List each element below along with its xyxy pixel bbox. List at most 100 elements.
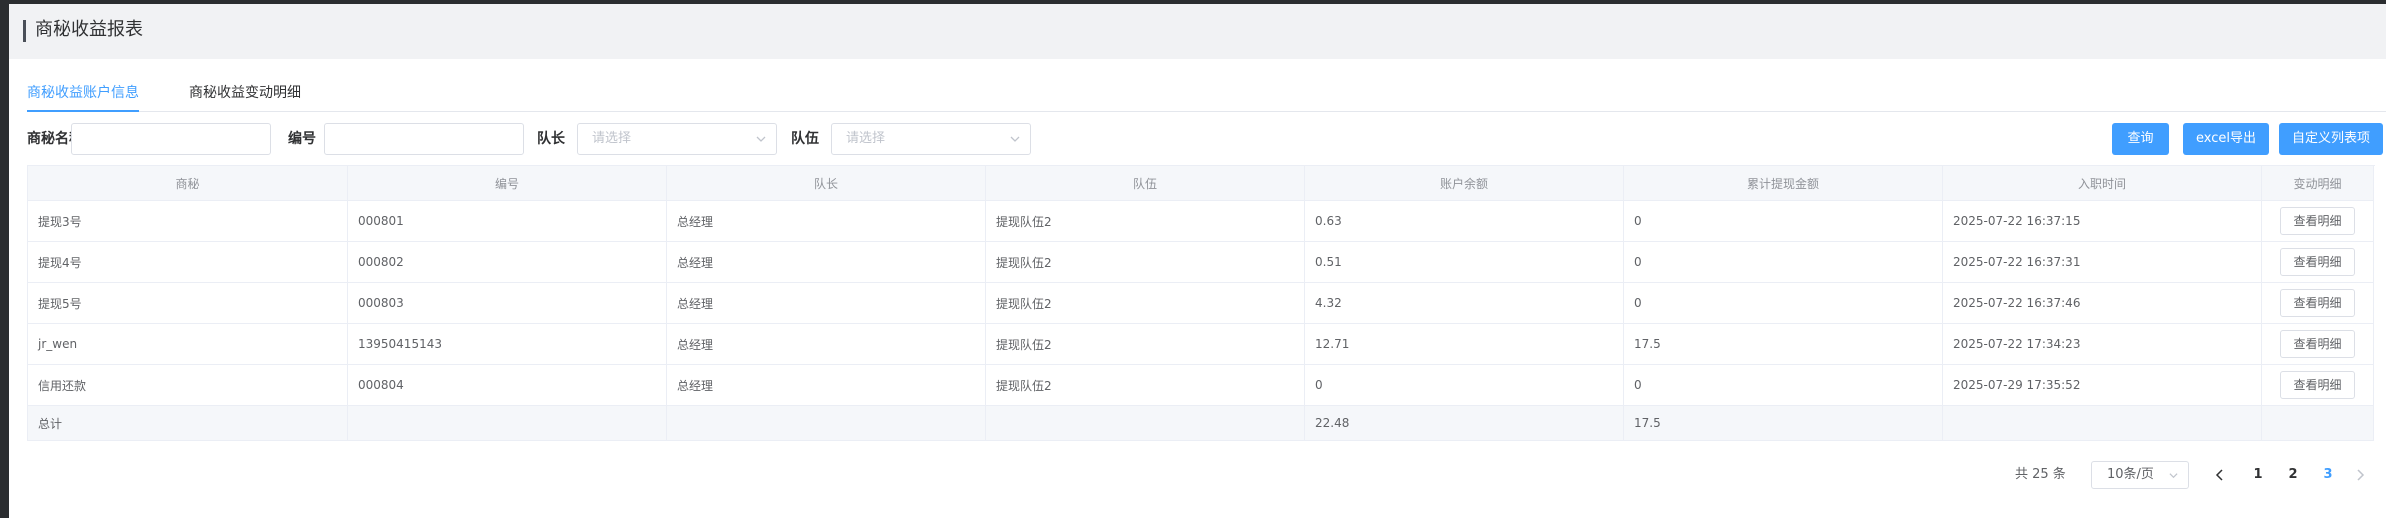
cell-balance: 0.63 xyxy=(1305,201,1624,242)
cell-joined: 2025-07-22 17:34:23 xyxy=(1943,324,2262,365)
cell-action: 查看明细 xyxy=(2262,324,2374,365)
table-row: 提现5号 000803 总经理 提现队伍2 4.32 0 2025-07-22 … xyxy=(28,283,2375,324)
column-header: 队伍 xyxy=(986,166,1305,201)
page-title: 商秘收益报表 xyxy=(35,19,143,40)
view-details-button[interactable]: 查看明细 xyxy=(2280,248,2355,276)
cell-joined: 2025-07-22 16:37:31 xyxy=(1943,242,2262,283)
summary-withdrawn: 17.5 xyxy=(1624,406,1943,441)
cell-action: 查看明细 xyxy=(2262,283,2374,324)
cell-action: 查看明细 xyxy=(2262,365,2374,406)
leader-select-placeholder: 请选择 xyxy=(592,131,632,146)
view-details-button[interactable]: 查看明细 xyxy=(2280,289,2355,317)
cell-code: 13950415143 xyxy=(348,324,667,365)
summary-empty-cell xyxy=(2262,406,2374,441)
tab-bar: 商秘收益账户信息 商秘收益变动明细 xyxy=(27,74,2386,112)
cell-leader: 总经理 xyxy=(667,201,986,242)
tab-bar-divider xyxy=(27,111,2386,112)
summary-empty-cell xyxy=(667,406,986,441)
view-details-button[interactable]: 查看明细 xyxy=(2280,330,2355,358)
view-details-button[interactable]: 查看明细 xyxy=(2280,371,2355,399)
cell-leader: 总经理 xyxy=(667,283,986,324)
table-row: 信用还款 000804 总经理 提现队伍2 0 0 2025-07-29 17:… xyxy=(28,365,2375,406)
summary-empty-cell xyxy=(986,406,1305,441)
code-filter-input[interactable] xyxy=(324,123,524,155)
page-number-1[interactable]: 1 xyxy=(2247,461,2269,489)
earnings-table: 商秘 编号 队长 队伍 账户余额 累计提现金额 入职时间 变动明细 提现3号 0… xyxy=(27,165,2375,441)
title-accent-bar xyxy=(23,20,26,42)
cell-code: 000801 xyxy=(348,201,667,242)
cell-team: 提现队伍2 xyxy=(986,283,1305,324)
team-select-placeholder: 请选择 xyxy=(846,131,886,146)
column-header: 变动明细 xyxy=(2262,166,2374,201)
cell-withdrawn: 0 xyxy=(1624,283,1943,324)
name-filter-input[interactable] xyxy=(71,123,271,155)
chevron-down-icon xyxy=(1010,136,1020,142)
cell-name: 提现3号 xyxy=(28,201,348,242)
table-row: jr_wen 13950415143 总经理 提现队伍2 12.71 17.5 … xyxy=(28,324,2375,365)
filter-bar: 商秘名称 编号 队长 请选择 队伍 请选择 查询 excel导出 自定义列表项 xyxy=(27,123,2383,155)
column-header: 入职时间 xyxy=(1943,166,2262,201)
cell-team: 提现队伍2 xyxy=(986,242,1305,283)
table-row: 提现4号 000802 总经理 提现队伍2 0.51 0 2025-07-22 … xyxy=(28,242,2375,283)
cell-code: 000803 xyxy=(348,283,667,324)
page-header: 商秘收益报表 xyxy=(9,4,2386,59)
summary-empty-cell xyxy=(1943,406,2262,441)
column-header: 队长 xyxy=(667,166,986,201)
cell-team: 提现队伍2 xyxy=(986,201,1305,242)
page-number-3[interactable]: 3 xyxy=(2317,461,2339,489)
summary-empty-cell xyxy=(348,406,667,441)
cell-name: 信用还款 xyxy=(28,365,348,406)
summary-label: 总计 xyxy=(28,406,348,441)
page-size-select[interactable]: 10条/页 xyxy=(2091,461,2189,489)
cell-joined: 2025-07-29 17:35:52 xyxy=(1943,365,2262,406)
cell-withdrawn: 0 xyxy=(1624,242,1943,283)
custom-columns-button[interactable]: 自定义列表项 xyxy=(2279,123,2383,155)
chevron-left-icon[interactable] xyxy=(2213,468,2227,482)
tab-change-details[interactable]: 商秘收益变动明细 xyxy=(189,74,301,112)
cell-code: 000802 xyxy=(348,242,667,283)
team-filter-label: 队伍 xyxy=(791,131,819,147)
cell-name: 提现4号 xyxy=(28,242,348,283)
cell-leader: 总经理 xyxy=(667,365,986,406)
table-row: 提现3号 000801 总经理 提现队伍2 0.63 0 2025-07-22 … xyxy=(28,201,2375,242)
cell-name: jr_wen xyxy=(28,324,348,365)
cell-joined: 2025-07-22 16:37:15 xyxy=(1943,201,2262,242)
cell-action: 查看明细 xyxy=(2262,242,2374,283)
cell-name: 提现5号 xyxy=(28,283,348,324)
cell-balance: 4.32 xyxy=(1305,283,1624,324)
team-select[interactable]: 请选择 xyxy=(831,123,1031,155)
table-body: 提现3号 000801 总经理 提现队伍2 0.63 0 2025-07-22 … xyxy=(28,201,2375,406)
cell-action: 查看明细 xyxy=(2262,201,2374,242)
cell-withdrawn: 0 xyxy=(1624,201,1943,242)
leader-filter-label: 队长 xyxy=(537,131,565,147)
table-summary-row: 总计 22.48 17.5 xyxy=(28,406,2375,441)
cell-team: 提现队伍2 xyxy=(986,324,1305,365)
cell-balance: 0 xyxy=(1305,365,1624,406)
tab-account-info[interactable]: 商秘收益账户信息 xyxy=(27,74,139,112)
pagination: 共 25 条 10条/页 1 2 3 xyxy=(9,461,2386,489)
chevron-down-icon xyxy=(756,136,766,142)
cell-joined: 2025-07-22 16:37:46 xyxy=(1943,283,2262,324)
cell-code: 000804 xyxy=(348,365,667,406)
chevron-down-icon xyxy=(2169,473,2178,479)
content-frame: 商秘收益报表 商秘收益账户信息 商秘收益变动明细 商秘名称 编号 队长 请选择 … xyxy=(9,4,2386,518)
cell-team: 提现队伍2 xyxy=(986,365,1305,406)
page-number-2[interactable]: 2 xyxy=(2282,461,2304,489)
query-button[interactable]: 查询 xyxy=(2112,123,2169,155)
leader-select[interactable]: 请选择 xyxy=(577,123,777,155)
summary-balance: 22.48 xyxy=(1305,406,1624,441)
column-header: 账户余额 xyxy=(1305,166,1624,201)
cell-leader: 总经理 xyxy=(667,324,986,365)
excel-export-button[interactable]: excel导出 xyxy=(2183,123,2269,155)
cell-withdrawn: 0 xyxy=(1624,365,1943,406)
cell-balance: 0.51 xyxy=(1305,242,1624,283)
table-header-row: 商秘 编号 队长 队伍 账户余额 累计提现金额 入职时间 变动明细 xyxy=(28,166,2375,201)
cell-balance: 12.71 xyxy=(1305,324,1624,365)
chevron-right-icon[interactable] xyxy=(2353,468,2367,482)
cell-leader: 总经理 xyxy=(667,242,986,283)
code-filter-label: 编号 xyxy=(288,131,316,147)
column-header: 编号 xyxy=(348,166,667,201)
column-header: 累计提现金额 xyxy=(1624,166,1943,201)
view-details-button[interactable]: 查看明细 xyxy=(2280,207,2355,235)
cell-withdrawn: 17.5 xyxy=(1624,324,1943,365)
